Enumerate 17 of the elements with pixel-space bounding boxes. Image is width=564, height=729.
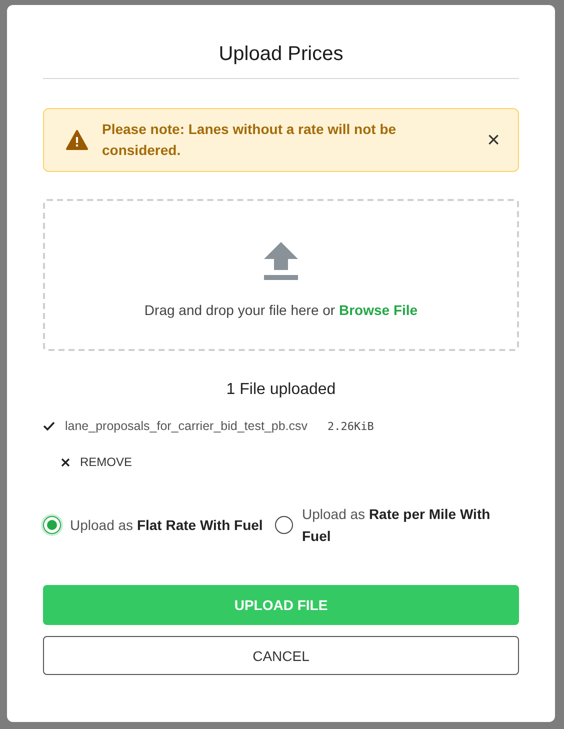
radio-button[interactable] [275, 516, 293, 534]
option-label: Upload as Flat Rate With Fuel [70, 516, 263, 535]
upload-status: 1 File uploaded [225, 381, 337, 399]
alert-message: Please note: Lanes without a rate will not be considered. [102, 120, 398, 160]
file-size: 2.26KiB [328, 420, 374, 432]
cancel-button[interactable]: CANCEL [43, 636, 519, 675]
file-drop-zone[interactable]: Drag and drop your file here or Browse File [43, 199, 519, 351]
file-name: lane_proposals_for_carrier_bid_test_pb.csv [65, 419, 308, 433]
option-label: Upload as Rate per Mile With Fuel [302, 505, 492, 546]
warning-icon [66, 130, 88, 150]
close-button[interactable]: × [485, 127, 502, 153]
radio-button[interactable] [43, 516, 61, 534]
close-icon [61, 458, 70, 466]
drop-instructions: Drag and drop your file here or Browse File [144, 302, 418, 318]
upload-icon [264, 242, 298, 282]
dialog-title: Upload Prices [43, 43, 519, 79]
remove-button[interactable]: REMOVE [61, 455, 132, 469]
